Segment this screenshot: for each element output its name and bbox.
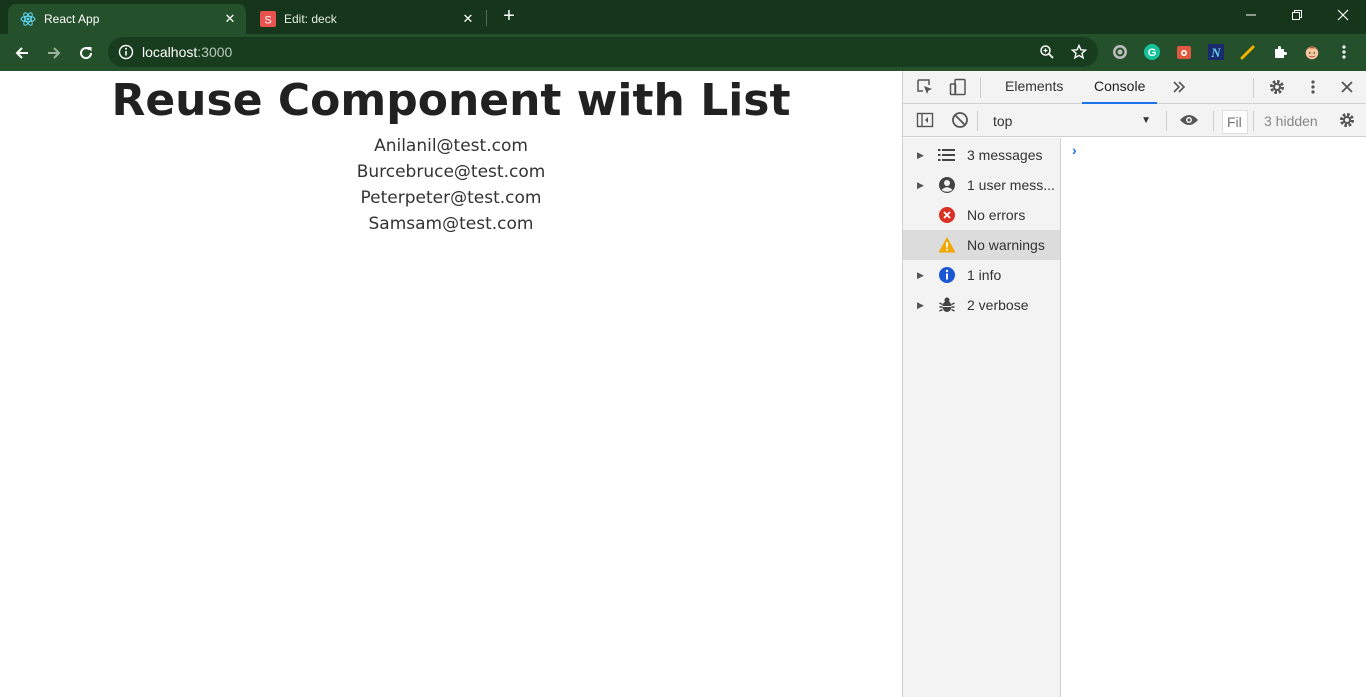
avatar[interactable]: [1303, 43, 1321, 61]
tab-console[interactable]: Console: [1082, 71, 1158, 104]
warning-icon: [937, 235, 957, 255]
bookmark-star-icon[interactable]: [1070, 43, 1088, 60]
tab-divider: [486, 10, 487, 26]
devtools-panel: Elements Console top ▼ Fil 3 hidden ▶ 3 …: [902, 71, 1366, 697]
list-item: Peterpeter@test.com: [360, 188, 542, 208]
sidebar-toggle-icon[interactable]: [915, 110, 935, 130]
console-prompt-chevron-icon[interactable]: ›: [1072, 142, 1077, 158]
expand-arrow-icon[interactable]: ▶: [917, 180, 927, 191]
url-text: localhost:3000: [142, 44, 233, 60]
sidebar-item-user-messages[interactable]: ▶ 1 user mess...: [903, 170, 1060, 200]
toolbar-divider: [1253, 78, 1254, 98]
clear-console-icon[interactable]: [950, 110, 970, 130]
toolbar-divider: [977, 111, 978, 131]
error-icon: [937, 205, 957, 225]
device-toolbar-icon[interactable]: [948, 77, 968, 97]
zoom-icon[interactable]: [1039, 44, 1055, 60]
pen-icon[interactable]: [1239, 43, 1257, 61]
info-icon: [937, 265, 957, 285]
console-toolbar: top ▼ Fil 3 hidden: [903, 104, 1366, 137]
svg-text:S: S: [264, 15, 271, 27]
console-sidebar: ▶ 3 messages ▶ 1 user mess... No errors: [903, 138, 1061, 697]
react-logo-icon: [20, 11, 36, 27]
kebab-menu-icon[interactable]: [1303, 77, 1323, 97]
new-tab-button[interactable]: +: [498, 5, 520, 27]
user-list: Anilanil@test.com Burcebruce@test.com Pe…: [0, 135, 902, 239]
back-button[interactable]: [9, 40, 35, 66]
close-window-button[interactable]: [1320, 0, 1366, 30]
chrome-menu-icon[interactable]: [1335, 43, 1353, 61]
restore-button[interactable]: [1274, 0, 1320, 30]
toolbar-divider: [1213, 111, 1214, 131]
expand-arrow-icon[interactable]: ▶: [917, 300, 927, 311]
tab-elements[interactable]: Elements: [993, 71, 1075, 104]
sidebar-item-warnings[interactable]: No warnings: [903, 230, 1060, 260]
browser-toolbar: localhost:3000 G N: [0, 34, 1366, 71]
close-icon[interactable]: ✕: [222, 11, 238, 27]
minimize-button[interactable]: [1228, 0, 1274, 30]
filter-input[interactable]: Fil: [1222, 110, 1248, 134]
context-selector[interactable]: top ▼: [985, 110, 1155, 132]
chevron-down-icon: ▼: [1141, 115, 1151, 126]
svg-text:N: N: [1210, 45, 1221, 60]
devtools-tab-bar: Elements Console: [903, 71, 1366, 104]
forward-button[interactable]: [41, 40, 67, 66]
expand-arrow-icon[interactable]: ▶: [917, 150, 927, 161]
list-item: Burcebruce@test.com: [356, 162, 546, 182]
slides-favicon-icon: S: [260, 11, 276, 27]
extension-n-icon[interactable]: N: [1207, 43, 1225, 61]
close-icon[interactable]: ✕: [460, 11, 476, 27]
page-title: Reuse Component with List: [111, 75, 791, 126]
extension-target-icon[interactable]: [1111, 43, 1129, 61]
svg-text:G: G: [1148, 47, 1157, 59]
toolbar-divider: [1253, 111, 1254, 131]
expand-arrow-icon[interactable]: ▶: [917, 270, 927, 281]
tab-react-app[interactable]: React App ✕: [8, 4, 246, 34]
toolbar-divider: [980, 78, 981, 98]
page-content: Reuse Component with List Anilanil@test.…: [0, 71, 902, 697]
list-item: Anilanil@test.com: [374, 136, 528, 156]
sidebar-item-info[interactable]: ▶ 1 info: [903, 260, 1060, 290]
user-icon: [937, 175, 957, 195]
tab-title: React App: [44, 12, 100, 26]
sidebar-item-messages[interactable]: ▶ 3 messages: [903, 140, 1060, 170]
toolbar-divider: [1166, 111, 1167, 131]
extension-red-icon[interactable]: [1175, 43, 1193, 61]
live-expression-eye-icon[interactable]: [1179, 110, 1199, 130]
grammarly-icon[interactable]: G: [1143, 43, 1161, 61]
reload-button[interactable]: [73, 40, 99, 66]
sidebar-item-errors[interactable]: No errors: [903, 200, 1060, 230]
puzzle-extensions-icon[interactable]: [1271, 43, 1289, 61]
list-item: Samsam@test.com: [368, 214, 534, 234]
console-output[interactable]: ›: [1062, 138, 1366, 697]
tab-strip: React App ✕ S Edit: deck ✕ +: [0, 0, 1366, 34]
address-bar[interactable]: localhost:3000: [108, 37, 1098, 67]
close-devtools-icon[interactable]: [1337, 77, 1357, 97]
info-icon[interactable]: [118, 44, 134, 60]
bug-icon: [937, 295, 957, 315]
settings-gear-icon[interactable]: [1267, 77, 1287, 97]
sidebar-item-verbose[interactable]: ▶ 2 verbose: [903, 290, 1060, 320]
tab-title: Edit: deck: [284, 12, 337, 26]
console-settings-gear-icon[interactable]: [1337, 110, 1357, 130]
list-icon: [937, 145, 957, 165]
inspect-element-icon[interactable]: [915, 77, 935, 97]
more-tabs-icon[interactable]: [1169, 77, 1189, 97]
tab-edit-deck[interactable]: S Edit: deck ✕: [248, 4, 484, 34]
hidden-messages-count: 3 hidden: [1264, 113, 1318, 129]
